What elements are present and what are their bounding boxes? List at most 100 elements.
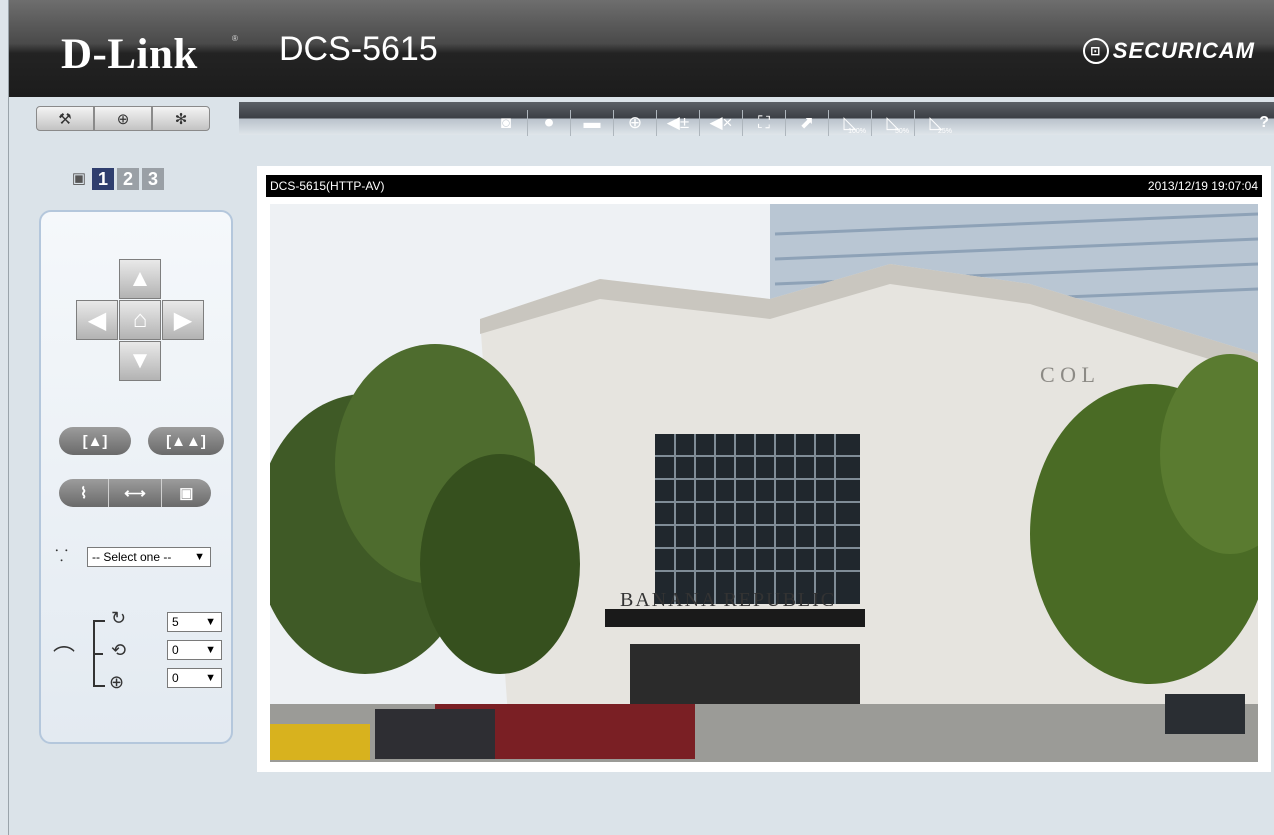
camera-tab-3[interactable]: 3 (142, 168, 164, 190)
speed-bracket-mid (93, 653, 103, 655)
size-label: 100% (848, 128, 866, 135)
home-icon: ⌂ (132, 306, 148, 333)
patrol-controls: ⌇ ⟷ ▣ (59, 479, 211, 507)
tilt-speed-icon: ⟲ (111, 640, 127, 660)
video-toolbar: ◙ ⏺ ▬ ⊕ ◀± ◀× ⛶ ⬈ ◺ 100% ◺ 50% ◺ 25% ? (239, 102, 1274, 136)
securicam-label: SECURICAM (1112, 38, 1255, 63)
chevron-down-icon: ▼ (205, 672, 216, 684)
ptz-down-button[interactable]: ▼ (119, 341, 161, 381)
preset-select-value: -- Select one -- (92, 550, 172, 564)
zoom-speed-icon: ⊕ (109, 672, 125, 692)
settings-button[interactable]: ✻ (152, 106, 210, 131)
auto-pan-button[interactable]: ⟷ (108, 479, 160, 507)
pan-speed-value: 5 (172, 615, 179, 629)
mute-button[interactable]: ◀× (704, 110, 738, 136)
video-area: DCS-5615(HTTP-AV) 2013/12/19 19:07:04 BA… (239, 148, 1274, 790)
video-info-bar: DCS-5615(HTTP-AV) 2013/12/19 19:07:04 (266, 175, 1262, 197)
fit-button[interactable]: ⬈ (790, 110, 824, 136)
toolbar-separator (914, 110, 915, 136)
header-bar: D-Link ® DCS-5615 ⊡ SECURICAM (9, 0, 1274, 97)
setup-button-group: ⚒ ⊕ ✻ (36, 106, 210, 131)
ptz-right-button[interactable]: ▶ (162, 300, 204, 340)
arrow-up-icon: ▲ (128, 265, 152, 292)
globe-icon: ⊕ (116, 110, 130, 128)
ptz-home-button[interactable]: ⌂ (119, 300, 161, 340)
stop-button[interactable]: ▣ (160, 479, 211, 507)
folder-button[interactable]: ▬ (575, 110, 609, 136)
arrow-left-icon: ◀ (87, 306, 107, 334)
mute-icon: ◀× (709, 113, 733, 132)
size-100-button[interactable]: ◺ 100% (833, 110, 867, 136)
toolbar-separator (570, 110, 571, 136)
ptz-panel: ▲ ◀ ⌂ ▶ ▼ [▲] [▲▲] ⌇ ⟷ ▣ ⸪ -- Select one… (39, 210, 233, 744)
speed-gauge-icon: ⌒ (53, 645, 76, 670)
network-button[interactable]: ⊕ (94, 106, 152, 131)
toolbar-separator (828, 110, 829, 136)
video-title: DCS-5615(HTTP-AV) (270, 179, 385, 193)
camera-list-icon: ▣ (71, 170, 87, 187)
tilt-speed-value: 0 (172, 643, 179, 657)
pan-speed-select[interactable]: 5 ▼ (167, 612, 222, 632)
zoom-speed-select[interactable]: 0 ▼ (167, 668, 222, 688)
tilt-speed-select[interactable]: 0 ▼ (167, 640, 222, 660)
ptz-left-button[interactable]: ◀ (76, 300, 118, 340)
user-wrench-icon: ⚒ (58, 110, 72, 128)
toolbar: ⚒ ⊕ ✻ ◙ ⏺ ▬ ⊕ ◀± ◀× ⛶ ⬈ ◺ 100% ◺ 50% ◺ 25% ? (9, 97, 1274, 145)
setup-button[interactable]: ⚒ (36, 106, 94, 131)
toolbar-separator (742, 110, 743, 136)
chevron-down-icon: ▼ (205, 616, 216, 628)
footer-area (17, 790, 1274, 835)
zoom-wide-button[interactable]: [▲▲] (148, 427, 224, 455)
arrow-down-icon: ▼ (128, 347, 152, 374)
live-video-scene: BANANA REPUBLIC C O L (270, 204, 1258, 762)
camera-tab-1[interactable]: 1 (92, 168, 114, 190)
model-title: DCS-5615 (279, 30, 438, 68)
zoom-in-icon: ⊕ (627, 113, 643, 132)
camera-tab-2[interactable]: 2 (117, 168, 139, 190)
help-button[interactable]: ? (1259, 114, 1269, 132)
size-label: 50% (894, 128, 909, 135)
toolbar-separator (613, 110, 614, 136)
toolbar-separator (699, 110, 700, 136)
size-25-button[interactable]: ◺ 25% (919, 110, 953, 136)
toolbar-tools: ◙ ⏺ ▬ ⊕ ◀± ◀× ⛶ ⬈ ◺ 100% ◺ 50% ◺ 25% (489, 110, 953, 136)
camera-tabs: ▣ 1 2 3 (69, 168, 164, 190)
folder-icon: ▬ (583, 113, 601, 132)
record-button[interactable]: ⏺ (532, 110, 566, 136)
snapshot-button[interactable]: ◙ (489, 110, 523, 136)
video-frame: DCS-5615(HTTP-AV) 2013/12/19 19:07:04 BA… (257, 166, 1271, 772)
fullscreen-button[interactable]: ⛶ (747, 110, 781, 136)
preset-select[interactable]: -- Select one -- ▼ (87, 547, 211, 567)
fit-window-icon: ⬈ (799, 113, 815, 132)
zoom-wide-icon: [▲▲] (166, 432, 206, 450)
volume-adjust-icon: ◀± (666, 113, 690, 132)
gear-icon: ✻ (174, 110, 188, 128)
brand-trademark: ® (232, 34, 238, 43)
size-label: 25% (937, 128, 952, 135)
path-icon: ⌇ (80, 485, 88, 502)
digital-zoom-button[interactable]: ⊕ (618, 110, 652, 136)
volume-button[interactable]: ◀± (661, 110, 695, 136)
auto-pan-icon: ⟷ (124, 485, 146, 502)
preset-path-icon: ⸪ (55, 548, 69, 565)
securicam-seal-icon: ⊡ (1082, 38, 1109, 64)
zoom-speed-value: 0 (172, 671, 179, 685)
toolbar-separator (871, 110, 872, 136)
ptz-up-button[interactable]: ▲ (119, 259, 161, 299)
securicam-logo: ⊡ SECURICAM (1082, 38, 1255, 64)
video-timestamp: 2013/12/19 19:07:04 (1147, 179, 1258, 193)
stop-icon: ▣ (179, 485, 194, 502)
app-frame: D-Link ® DCS-5615 ⊡ SECURICAM ⚒ ⊕ ✻ ◙ ⏺ ▬ ⊕… (8, 0, 1274, 835)
path-button[interactable]: ⌇ (59, 479, 108, 507)
zoom-tele-icon: [▲] (82, 432, 108, 450)
size-50-button[interactable]: ◺ 50% (876, 110, 910, 136)
arrow-right-icon: ▶ (173, 306, 193, 334)
camera-icon: ◙ (500, 113, 512, 132)
fullscreen-icon: ⛶ (758, 113, 770, 132)
record-icon: ⏺ (544, 113, 554, 132)
brand-logo: D-Link (61, 31, 198, 78)
toolbar-separator (656, 110, 657, 136)
store-sign-text: BANANA REPUBLIC (620, 589, 836, 611)
live-video[interactable]: BANANA REPUBLIC C O L (270, 204, 1258, 762)
zoom-out-button[interactable]: [▲] (59, 427, 131, 455)
